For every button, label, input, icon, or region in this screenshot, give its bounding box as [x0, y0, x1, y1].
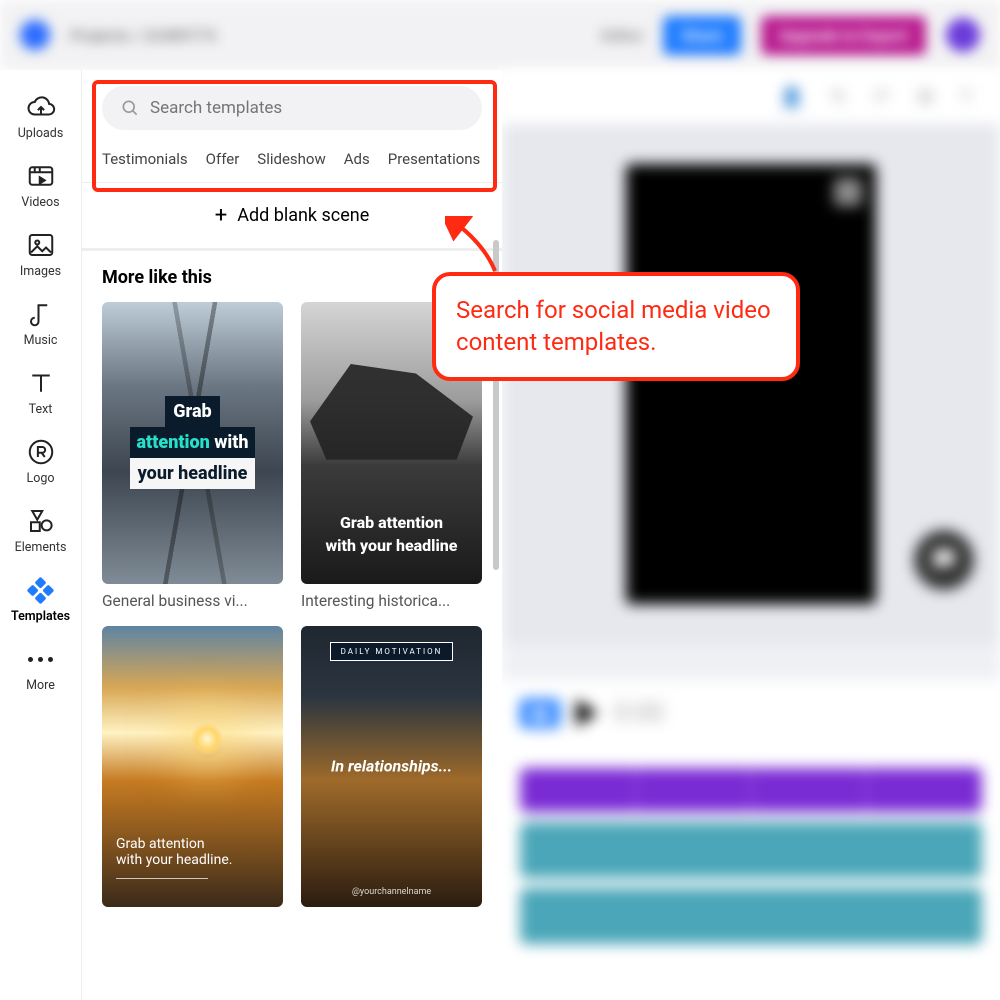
sidebar-item-label: More	[26, 678, 55, 693]
timeline[interactable]: ▮▮ 0:00	[502, 680, 1000, 1000]
overlay-text: with	[210, 432, 249, 453]
upgrade-button[interactable]: Upgrade to Export	[761, 16, 926, 55]
video-icon	[26, 161, 56, 191]
template-thumbnail: DAILY MOTIVATION In relationships... @yo…	[301, 626, 482, 908]
sidebar: Uploads Videos Images Music Text Logo El…	[0, 70, 82, 1000]
template-name: General business vi...	[102, 592, 283, 610]
sidebar-item-label: Videos	[21, 195, 59, 210]
overlay-text: Grab attention	[116, 836, 269, 852]
chip-presentations[interactable]: Presentations	[388, 150, 481, 168]
sidebar-item-music[interactable]: Music	[0, 291, 81, 356]
sidebar-item-label: Elements	[15, 540, 67, 555]
sidebar-item-logo[interactable]: Logo	[0, 429, 81, 494]
breadcrumb-projects[interactable]: Projects	[70, 26, 130, 45]
sidebar-item-text[interactable]: Text	[0, 360, 81, 425]
timeline-controls: ▮▮ 0:00	[520, 698, 982, 728]
video-preview[interactable]	[626, 164, 876, 604]
editor-label: Editor	[601, 26, 643, 45]
overlay-text: Grab	[165, 396, 219, 427]
overlay-text: Grab attention	[340, 513, 443, 532]
app-logo	[20, 20, 50, 50]
overlay-text: with your headline.	[116, 852, 269, 868]
share-button[interactable]: Share	[663, 16, 741, 55]
template-name: Interesting historica...	[301, 592, 482, 610]
sidebar-item-label: Templates	[11, 609, 70, 624]
overlay-badge: DAILY MOTIVATION	[330, 642, 454, 661]
play-icon[interactable]	[576, 699, 598, 727]
avatar[interactable]	[946, 18, 980, 52]
chat-button[interactable]	[914, 530, 974, 590]
sidebar-item-label: Text	[29, 402, 53, 417]
overlay-text: attention	[136, 432, 209, 453]
annotation-arrow-icon	[445, 216, 505, 276]
overlay-text: with your headline	[326, 536, 458, 555]
template-card[interactable]: Grab attention with your headline Genera…	[102, 302, 283, 610]
canvas-toolbar: 👤✎↶⚙?	[502, 70, 1000, 124]
annotation-callout: Search for social media video content te…	[432, 272, 800, 381]
search-input[interactable]	[150, 98, 464, 118]
sidebar-item-label: Images	[20, 264, 61, 279]
time-display: 0:00	[614, 698, 664, 728]
sidebar-item-label: Uploads	[18, 126, 64, 141]
overlay-text: your headline	[130, 458, 256, 489]
add-scene-label: Add blank scene	[237, 205, 369, 226]
cloud-upload-icon	[26, 92, 56, 122]
sidebar-item-more[interactable]: More	[0, 636, 81, 701]
music-icon	[26, 299, 56, 329]
more-icon	[26, 644, 56, 674]
breadcrumb-id[interactable]: 22489773	[144, 26, 217, 45]
section-title: More like this	[102, 267, 482, 288]
templates-panel: Testimonials Offer Slideshow Ads Present…	[82, 70, 502, 1000]
image-icon	[26, 230, 56, 260]
sidebar-item-label: Music	[24, 333, 58, 348]
sidebar-item-elements[interactable]: Elements	[0, 498, 81, 563]
canvas-area: 👤✎↶⚙? ▮▮ 0:00	[502, 70, 1000, 1000]
search-bar[interactable]	[102, 86, 482, 130]
timeline-track[interactable]	[520, 768, 982, 812]
shapes-icon	[26, 506, 56, 536]
breadcrumb: Projects / 22489773	[70, 26, 217, 45]
sidebar-item-label: Logo	[26, 471, 54, 486]
template-thumbnail: Grab attention with your headline	[102, 302, 283, 584]
chip-offer[interactable]: Offer	[206, 150, 240, 168]
text-icon	[26, 368, 56, 398]
overlay-text: In relationships...	[301, 757, 482, 776]
top-bar: Projects / 22489773 Editor Share Upgrade…	[0, 0, 1000, 70]
annotation-text: Search for social media video content te…	[456, 296, 771, 356]
templates-icon	[26, 575, 56, 605]
chip-ads[interactable]: Ads	[344, 150, 370, 168]
category-chips: Testimonials Offer Slideshow Ads Present…	[82, 140, 502, 182]
add-blank-scene-button[interactable]: + Add blank scene	[82, 182, 502, 251]
template-card[interactable]: DAILY MOTIVATION In relationships... @yo…	[301, 626, 482, 908]
template-card[interactable]: Grab attention with your headline.	[102, 626, 283, 908]
timeline-track[interactable]	[520, 822, 982, 878]
template-thumbnail: Grab attention with your headline.	[102, 626, 283, 908]
sidebar-item-templates[interactable]: Templates	[0, 567, 81, 632]
chip-slideshow[interactable]: Slideshow	[257, 150, 325, 168]
timeline-button[interactable]: ▮▮	[520, 699, 560, 728]
chip-testimonials[interactable]: Testimonials	[102, 150, 188, 168]
sidebar-item-videos[interactable]: Videos	[0, 153, 81, 218]
plus-icon: +	[215, 203, 227, 228]
sidebar-item-images[interactable]: Images	[0, 222, 81, 287]
overlay-handle: @yourchannelname	[352, 887, 431, 897]
timeline-track[interactable]	[520, 888, 982, 944]
registered-icon	[26, 437, 56, 467]
sidebar-item-uploads[interactable]: Uploads	[0, 84, 81, 149]
search-icon	[120, 98, 140, 118]
